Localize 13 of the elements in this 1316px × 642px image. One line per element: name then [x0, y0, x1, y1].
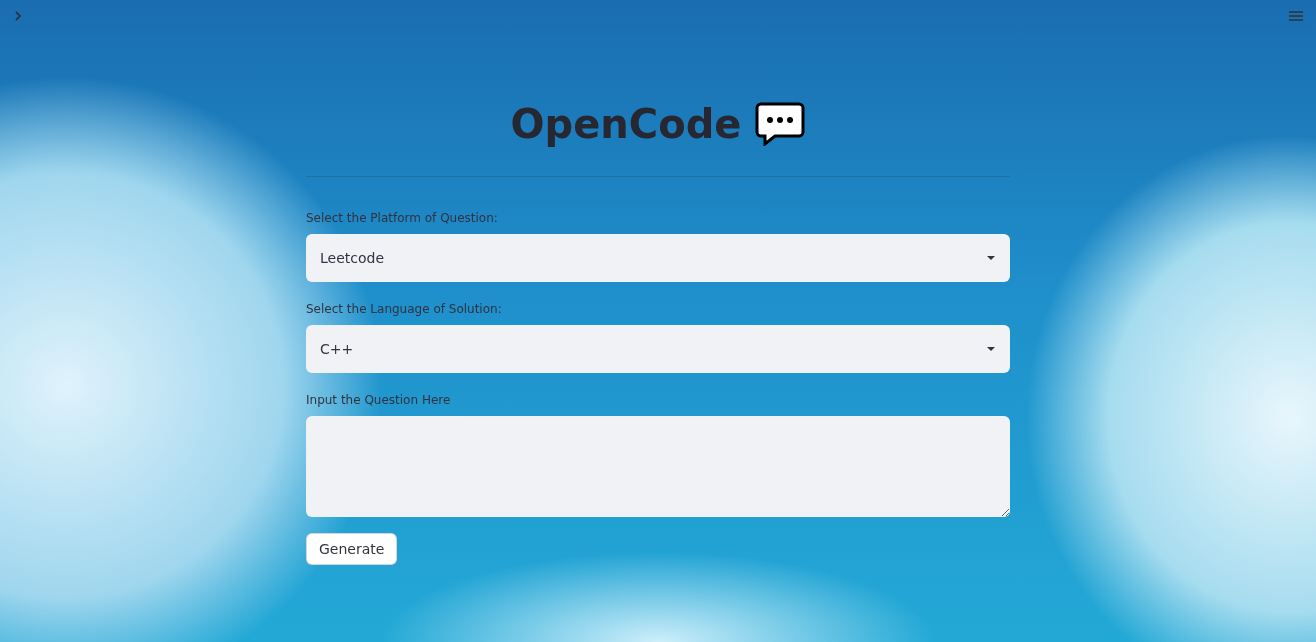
app-title: OpenCode: [510, 101, 742, 147]
caret-icon: [986, 255, 996, 261]
caret-icon: [986, 346, 996, 352]
select-dropdown[interactable]: Leetcode: [306, 234, 1010, 282]
field-label: Select the Platform of Question:: [306, 211, 499, 225]
speech-bubble-icon: [755, 102, 806, 146]
question-input-field[interactable]: [306, 416, 1010, 517]
select-dropdown[interactable]: C++: [306, 325, 1010, 373]
chevron-right-icon[interactable]: [14, 10, 22, 22]
field-label: Select the Language of Solution:: [306, 302, 503, 316]
field-label: Input the Question Here: [306, 393, 452, 407]
menu-icon[interactable]: [1288, 10, 1304, 22]
generate-button[interactable]: Generate: [306, 533, 398, 565]
